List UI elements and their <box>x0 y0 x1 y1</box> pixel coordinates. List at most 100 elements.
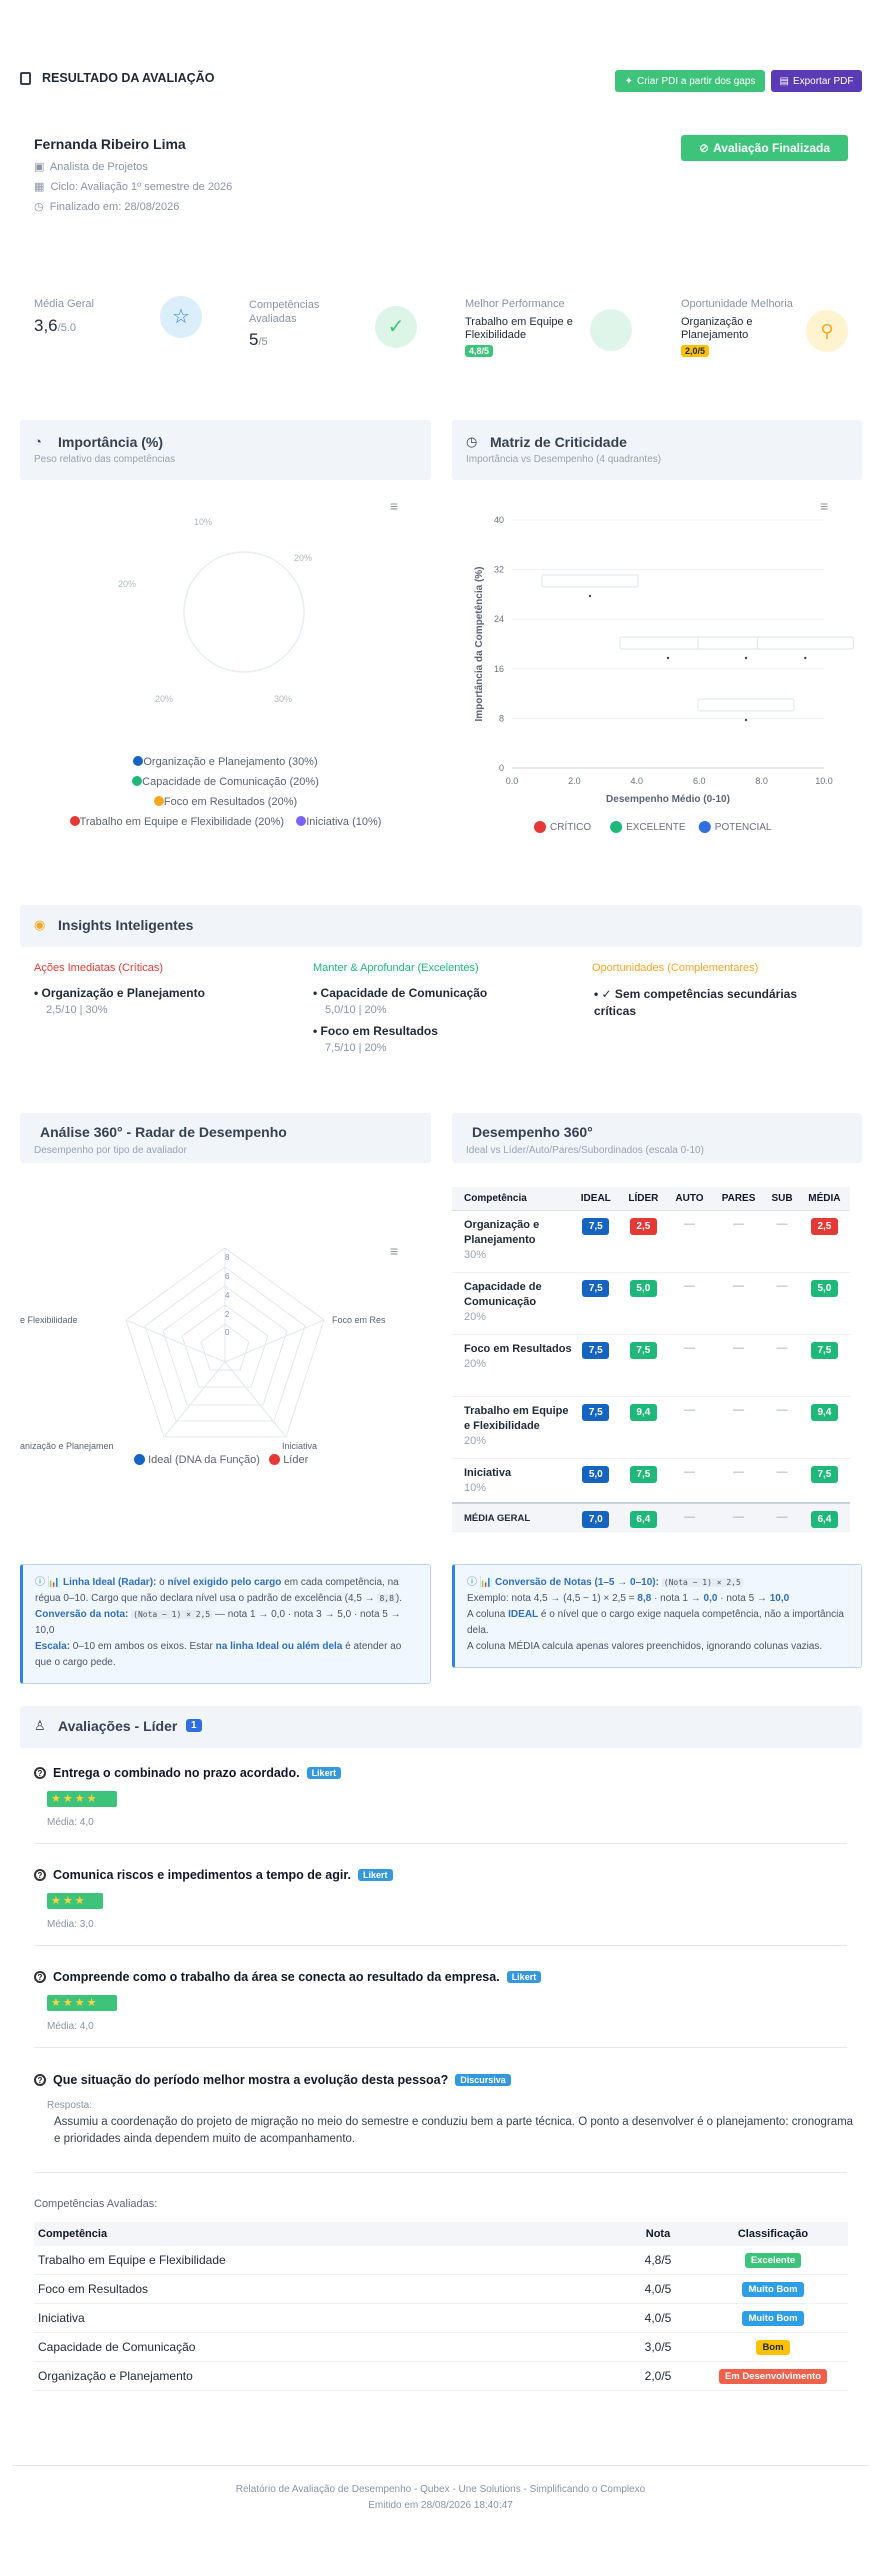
star-rating: ★★★ <box>47 1893 103 1909</box>
legend-item[interactable]: Líder <box>269 1454 308 1466</box>
create-pdi-button[interactable]: ✦ Criar PDI a partir dos gaps <box>615 70 765 92</box>
legend-item[interactable]: Capacidade de Comunicação (20%) <box>132 776 319 788</box>
info-icon: ⓘ <box>35 1577 45 1588</box>
radar-subtitle: Desempenho por tipo de avaliador <box>34 1145 187 1156</box>
answer-label: Resposta: <box>47 2100 93 2111</box>
user-icon: ♙ <box>34 1718 46 1733</box>
pie-chart-icon: ◔ <box>34 434 42 449</box>
y-tick-label: 16 <box>494 664 504 674</box>
question-icon: ? <box>34 1971 46 1983</box>
legend-item[interactable]: Iniciativa (10%) <box>296 816 381 828</box>
x-tick-label: 2.0 <box>568 776 581 786</box>
legend-marker <box>534 821 546 833</box>
y-tick-label: 32 <box>494 565 504 575</box>
radar-tick: 6 <box>225 1272 230 1281</box>
table-row: Organização e Planejamento 30% 7,5 2,5 — — —… <box>452 1210 850 1273</box>
insights-col-critical: Ações Imediatas (Críticas) • Organização… <box>34 962 205 1016</box>
y-tick-label: 40 <box>494 515 504 525</box>
data-point <box>666 656 670 660</box>
radar-tick: 8 <box>225 1253 230 1262</box>
table-row: Foco em Resultados 4,0/5 Muito Bom <box>34 2274 848 2304</box>
radar-axis-label: anização e Planejamen <box>20 1441 114 1451</box>
footer-line-2: Emitido em 28/08/2026 18:40:47 <box>368 2500 513 2511</box>
info-icon: ⓘ <box>467 1577 477 1588</box>
legend-marker <box>610 821 623 833</box>
data-label-box <box>697 698 795 712</box>
radar-axis-label: Iniciativa <box>282 1441 317 1451</box>
employee-name: Fernanda Ribeiro Lima <box>34 136 186 152</box>
pie-label: 20% <box>294 553 312 563</box>
lightbulb-icon: ◉ <box>34 917 46 932</box>
question-average: Média: 4,0 <box>47 2021 94 2032</box>
x-tick-label: 4.0 <box>631 776 644 786</box>
footer-divider <box>12 2465 869 2466</box>
check-circle-icon: ⊘ <box>699 141 710 155</box>
kpi-opportunity: Oportunidade Melhoria Organização e Plan… <box>681 298 793 357</box>
perf360-table: Competência IDEAL LÍDER AUTO PARES SUB MÉDIA… <box>452 1187 850 1532</box>
evaluations-title: Avaliações - Líder <box>58 1718 178 1734</box>
perf360-subtitle: Ideal vs Líder/Auto/Pares/Subordinados (… <box>466 1145 704 1156</box>
question-icon: ? <box>34 2074 46 2086</box>
data-label-box <box>541 574 639 588</box>
question: ? Que situação do período melhor mostra a… <box>34 2073 511 2087</box>
table-footer-row: MÉDIA GERAL 7,0 6,4 — — — 6,4 <box>452 1502 850 1532</box>
radar-tick: 2 <box>225 1310 230 1319</box>
x-tick-label: 0.0 <box>506 776 519 786</box>
kpi-best: Melhor Performance Trabalho em Equipe e … <box>465 298 573 357</box>
perf360-title: Desempenho 360° <box>472 1124 593 1140</box>
radar-info-box: ⓘ 📊 Linha Ideal (Radar): o nível exigido… <box>20 1564 431 1684</box>
employee-role: ▣ Analista de Projetos <box>34 161 148 173</box>
question: ? Comunica riscos e impedimentos a tempo … <box>34 1868 393 1882</box>
conversion-info-box: ⓘ 📊 Conversão de Notas (1–5 → 0–10): (No… <box>452 1564 862 1668</box>
star-rating: ★★★★ <box>47 1791 117 1807</box>
export-pdf-button[interactable]: ▤ Exportar PDF <box>771 70 862 92</box>
table-row: Trabalho em Equipe e Flexibilidade 20% 7,… <box>452 1396 850 1459</box>
radar-axis-label: Foco em Res <box>332 1315 386 1325</box>
matrix-card-header <box>452 420 862 480</box>
clock-icon: ◷ <box>34 201 44 213</box>
table-row: Capacidade de Comunicação 3,0/5 Bom <box>34 2332 848 2362</box>
star-icon: ☆ <box>160 296 202 338</box>
question-icon: ? <box>34 1869 46 1881</box>
pie-label: 20% <box>118 579 136 589</box>
radar-tick: 0 <box>225 1328 230 1337</box>
kpi-competencies: Competências Avaliadas 5/5 <box>249 299 320 349</box>
pie-label: 10% <box>194 517 212 527</box>
briefcase-icon: ▣ <box>34 161 45 173</box>
y-tick-label: 8 <box>499 713 504 723</box>
y-tick-label: 24 <box>494 614 504 624</box>
y-tick-label: 0 <box>499 763 504 773</box>
radar-axis-label: e Flexibilidade <box>20 1315 78 1325</box>
check-circle-icon: ✓ <box>375 306 417 348</box>
data-point <box>804 656 807 660</box>
legend-item[interactable]: Ideal (DNA da Função) <box>134 1454 260 1466</box>
legend-label: POTENCIAL <box>715 822 772 833</box>
legend-item[interactable]: Trabalho em Equipe e Flexibilidade (20%) <box>69 816 284 828</box>
importance-card-header <box>20 420 431 480</box>
pie-label: 20% <box>155 694 173 704</box>
table-row: Foco em Resultados 20% 7,5 7,5 — — — 7,5 <box>452 1334 850 1397</box>
calendar-icon: ▦ <box>34 181 45 193</box>
table-row: Organização e Planejamento 2,0/5 Em Desenv… <box>34 2361 848 2391</box>
insights-col-excellent: Manter & Aprofundar (Excelentes) • Capac… <box>313 962 488 1054</box>
importance-legend: Organização e Planejamento (30%) Capacid… <box>20 752 431 832</box>
legend-item[interactable]: Foco em Resultados (20%) <box>153 796 297 808</box>
page-title: RESULTADO DA AVALIAÇÃO <box>42 71 215 85</box>
matrix-title: Matriz de Criticidade <box>490 434 627 450</box>
document-icon <box>20 72 31 85</box>
data-point <box>744 718 748 722</box>
legend-marker <box>698 821 711 833</box>
pie-label: 30% <box>274 694 292 704</box>
best-score-badge: 4,8/5 <box>465 345 494 357</box>
legend-label: EXCELENTE <box>626 822 686 833</box>
radar-title: Análise 360° - Radar de Desempenho <box>40 1124 287 1140</box>
importance-pie: 10% 20% 20% 20% 30% <box>118 517 312 704</box>
footer-line-1: Relatório de Avaliação de Desempenho - Q… <box>235 2484 646 2495</box>
legend-item[interactable]: Organização e Planejamento (30%) <box>133 756 318 768</box>
x-tick-label: 10.0 <box>815 776 833 786</box>
radar-chart: 8 6 4 2 0 Foco em Res Iniciativa anizaçã… <box>20 1247 386 1451</box>
star-rating: ★★★★ <box>47 1995 117 2011</box>
question: ? Compreende como o trabalho da área se c… <box>34 1970 542 1984</box>
opportunity-score-badge: 2,0/5 <box>681 345 710 357</box>
radar-legend: Ideal (DNA da Função) Líder <box>134 1454 308 1466</box>
